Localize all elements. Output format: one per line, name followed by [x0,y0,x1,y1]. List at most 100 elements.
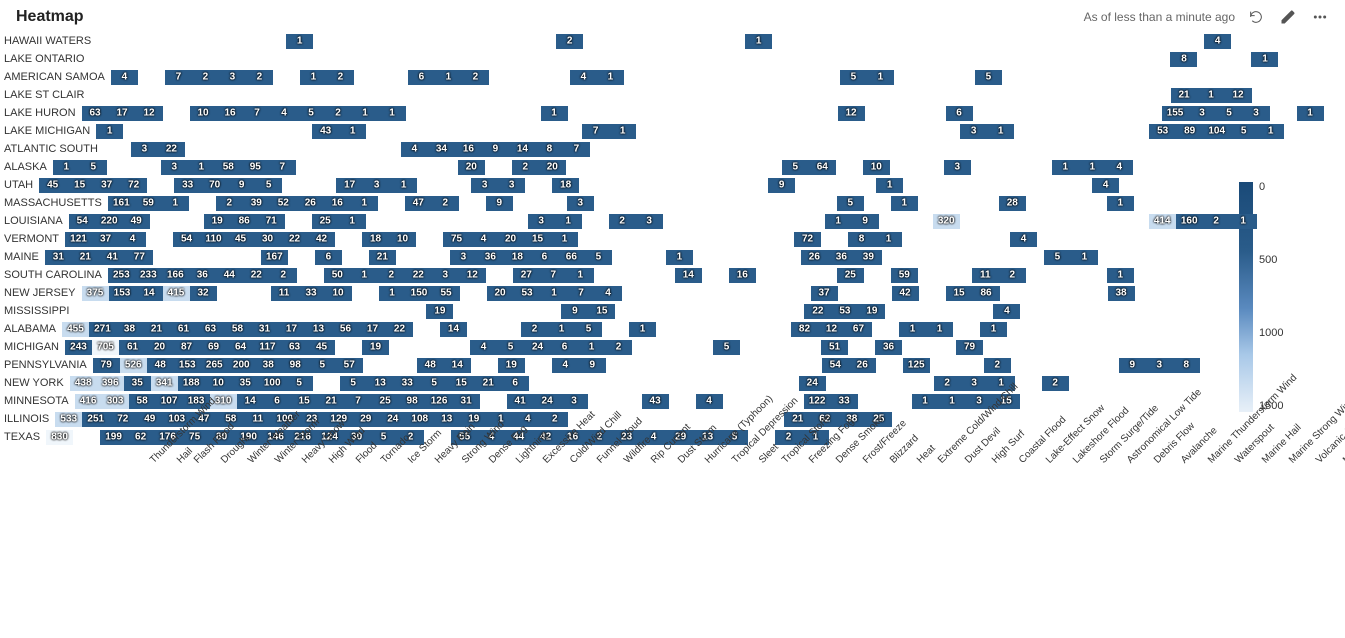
heatmap-cell[interactable]: 1 [188,160,215,175]
heatmap-cell[interactable] [480,394,507,409]
heatmap-cell[interactable] [507,304,534,319]
heatmap-cell[interactable]: 17 [336,178,363,193]
heatmap-cell[interactable] [755,160,782,175]
heatmap-cell[interactable] [183,304,210,319]
heatmap-cell[interactable]: 32 [190,286,217,301]
heatmap-cell[interactable] [144,52,171,67]
heatmap-cell[interactable] [772,34,799,49]
heatmap-cell[interactable] [686,232,713,247]
heatmap-cell[interactable] [1269,196,1296,211]
heatmap-cell[interactable] [323,160,350,175]
heatmap-cell[interactable]: 75 [443,232,470,247]
heatmap-cell[interactable] [858,394,885,409]
heatmap-cell[interactable] [178,34,205,49]
heatmap-cell[interactable]: 12 [838,106,865,121]
heatmap-cell[interactable]: 4 [470,340,497,355]
heatmap-cell[interactable] [366,214,393,229]
heatmap-cell[interactable] [345,304,372,319]
heatmap-cell[interactable] [968,142,995,157]
heatmap-cell[interactable]: 1 [390,178,417,193]
heatmap-cell[interactable] [495,52,522,67]
heatmap-cell[interactable]: 3 [131,142,158,157]
heatmap-cell[interactable] [528,124,555,139]
heatmap-cell[interactable] [737,322,764,337]
heatmap-cell[interactable] [630,52,657,67]
heatmap-cell[interactable]: 6 [408,70,435,85]
heatmap-cell[interactable] [342,250,369,265]
heatmap-cell[interactable]: 36 [875,340,902,355]
heatmap-cell[interactable]: 10 [190,106,217,121]
heatmap-cell[interactable] [406,106,433,121]
heatmap-cell[interactable] [177,214,204,229]
heatmap-cell[interactable] [252,52,279,67]
refresh-icon[interactable] [1245,6,1267,28]
heatmap-cell[interactable] [701,160,728,175]
heatmap-cell[interactable] [1214,160,1241,175]
heatmap-cell[interactable]: 63 [197,322,224,337]
heatmap-cell[interactable] [529,34,556,49]
heatmap-cell[interactable]: 3 [161,160,188,175]
heatmap-cell[interactable] [659,232,686,247]
heatmap-cell[interactable] [1263,304,1290,319]
heatmap-cell[interactable]: 21 [72,250,99,265]
heatmap-cell[interactable] [1096,34,1123,49]
heatmap-cell[interactable] [453,304,480,319]
heatmap-cell[interactable]: 155 [1162,106,1189,121]
heatmap-cell[interactable]: 7 [568,286,595,301]
heatmap-cell[interactable]: 89 [1176,124,1203,139]
heatmap-cell[interactable]: 2 [216,196,243,211]
heatmap-cell[interactable] [783,196,810,211]
heatmap-cell[interactable] [649,106,676,121]
heatmap-cell[interactable] [957,178,984,193]
heatmap-cell[interactable] [1029,70,1056,85]
heatmap-cell[interactable] [622,106,649,121]
heatmap-cell[interactable]: 12 [1225,88,1252,103]
heatmap-cell[interactable] [718,34,745,49]
heatmap-cell[interactable] [469,88,496,103]
heatmap-cell[interactable] [948,70,975,85]
heatmap-cell[interactable]: 1 [1079,160,1106,175]
heatmap-cell[interactable] [1223,322,1250,337]
heatmap-cell[interactable] [874,88,901,103]
heatmap-cell[interactable]: 1 [745,34,772,49]
heatmap-cell[interactable]: 12 [459,268,486,283]
heatmap-cell[interactable] [1080,196,1107,211]
heatmap-cell[interactable]: 3 [944,160,971,175]
heatmap-cell[interactable]: 415 [163,286,190,301]
heatmap-cell[interactable] [853,376,880,391]
heatmap-cell[interactable]: 77 [126,250,153,265]
heatmap-cell[interactable] [822,178,849,193]
heatmap-cell[interactable] [1306,88,1333,103]
heatmap-cell[interactable] [1296,268,1323,283]
heatmap-cell[interactable] [1199,232,1226,247]
heatmap-cell[interactable] [313,376,340,391]
heatmap-cell[interactable]: 39 [855,250,882,265]
heatmap-cell[interactable] [1257,214,1284,229]
heatmap-cell[interactable]: 7 [269,160,296,175]
heatmap-cell[interactable]: 3 [567,196,594,211]
heatmap-cell[interactable] [744,124,771,139]
heatmap-cell[interactable] [204,124,231,139]
heatmap-cell[interactable] [259,34,286,49]
heatmap-cell[interactable]: 16 [217,106,244,121]
heatmap-cell[interactable] [892,106,919,121]
heatmap-cell[interactable]: 9 [486,196,513,211]
heatmap-cell[interactable] [813,70,840,85]
heatmap-cell[interactable] [740,232,767,247]
heatmap-cell[interactable]: 5 [497,340,524,355]
heatmap-cell[interactable]: 6 [551,340,578,355]
heatmap-cell[interactable] [1323,268,1345,283]
heatmap-cell[interactable] [1036,88,1063,103]
heatmap-cell[interactable] [930,178,957,193]
heatmap-cell[interactable] [1172,340,1199,355]
heatmap-cell[interactable]: 1 [899,322,926,337]
heatmap-cell[interactable]: 3 [219,70,246,85]
heatmap-cell[interactable] [798,214,825,229]
heatmap-cell[interactable] [717,214,744,229]
heatmap-cell[interactable]: 31 [45,250,72,265]
heatmap-cell[interactable]: 22 [281,232,308,247]
heatmap-cell[interactable]: 54 [822,358,849,373]
heatmap-cell[interactable] [1152,250,1179,265]
heatmap-cell[interactable] [501,124,528,139]
heatmap-cell[interactable] [1091,340,1118,355]
